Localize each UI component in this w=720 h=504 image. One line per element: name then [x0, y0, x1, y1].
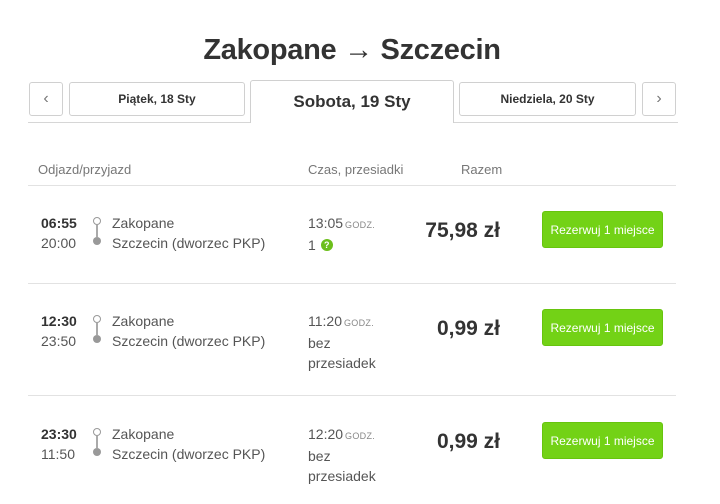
origin-stop: Zakopane: [112, 215, 175, 231]
book-button[interactable]: Rezerwuj 1 miejsce: [542, 211, 663, 248]
route-line-icon: [92, 428, 102, 456]
prev-day-button[interactable]: ‹: [29, 82, 63, 116]
duration-info: 13:05 GODZ. 1?: [308, 213, 418, 255]
chevron-right-icon: ›: [656, 90, 662, 107]
tab-day-next[interactable]: Niedziela, 20 Sty: [459, 82, 636, 116]
price: 0,99 zł: [436, 317, 500, 340]
book-button[interactable]: Rezerwuj 1 miejsce: [542, 422, 663, 459]
connection-row: 12:30 23:50 Zakopane Szczecin (dworzec P…: [28, 284, 676, 396]
column-header-total: Razem: [461, 162, 503, 177]
stops: Zakopane Szczecin (dworzec PKP): [112, 311, 265, 351]
book-button[interactable]: Rezerwuj 1 miejsce: [542, 309, 663, 346]
changes-line1: bez: [308, 335, 331, 351]
duration-unit: GODZ.: [345, 220, 376, 230]
destination-stop: Szczecin (dworzec PKP): [112, 333, 266, 349]
duration-unit: GODZ.: [345, 431, 376, 441]
column-header-duration: Czas, przesiadki: [308, 162, 404, 177]
departure-time: 12:30: [41, 313, 77, 329]
tab-day-prev[interactable]: Piątek, 18 Sty: [69, 82, 245, 116]
destination-stop: Szczecin (dworzec PKP): [112, 446, 266, 462]
destination-stop: Szczecin (dworzec PKP): [112, 235, 266, 251]
duration-info: 11:20 GODZ. bez przesiadek: [308, 311, 418, 373]
price: 75,98 zł: [425, 219, 500, 242]
duration: 11:20: [308, 313, 342, 329]
duration: 13:05: [308, 215, 344, 231]
changes-line2: przesiadek: [308, 468, 376, 484]
origin-stop: Zakopane: [112, 313, 175, 329]
origin-stop: Zakopane: [112, 426, 175, 442]
route-line-icon: [92, 217, 102, 245]
page-title: Zakopane → Szczecin: [203, 34, 501, 66]
duration-info: 12:20 GODZ. bez przesiadek: [308, 424, 418, 486]
connection-row: 23:30 11:50 Zakopane Szczecin (dworzec P…: [28, 397, 676, 504]
column-header-departure: Odjazd/przyjazd: [38, 162, 132, 177]
connection-row: 06:55 20:00 Zakopane Szczecin (dworzec P…: [28, 186, 676, 284]
changes-count: 1: [308, 237, 316, 253]
times: 12:30 23:50: [41, 311, 81, 351]
arrival-time: 20:00: [41, 235, 77, 251]
chevron-left-icon: ‹: [43, 90, 49, 107]
question-icon[interactable]: ?: [320, 239, 333, 251]
changes-line1: bez: [308, 448, 331, 464]
arrival-time: 23:50: [41, 333, 77, 349]
times: 06:55 20:00: [41, 213, 81, 253]
next-day-button[interactable]: ›: [642, 82, 676, 116]
times: 23:30 11:50: [41, 424, 81, 464]
changes-line2: przesiadek: [308, 355, 376, 371]
departure-time: 23:30: [41, 426, 77, 442]
duration: 12:20: [308, 426, 344, 442]
departure-time: 06:55: [41, 215, 77, 231]
date-navigation: ‹ Piątek, 18 Sty Sobota, 19 Sty Niedziel…: [28, 80, 678, 124]
arrival-time: 11:50: [41, 446, 75, 462]
price: 0,99 zł: [436, 430, 500, 453]
stops: Zakopane Szczecin (dworzec PKP): [112, 213, 265, 253]
tab-day-current[interactable]: Sobota, 19 Sty: [250, 80, 454, 123]
stops: Zakopane Szczecin (dworzec PKP): [112, 424, 265, 464]
duration-unit: GODZ.: [344, 318, 374, 328]
route-line-icon: [92, 315, 102, 343]
